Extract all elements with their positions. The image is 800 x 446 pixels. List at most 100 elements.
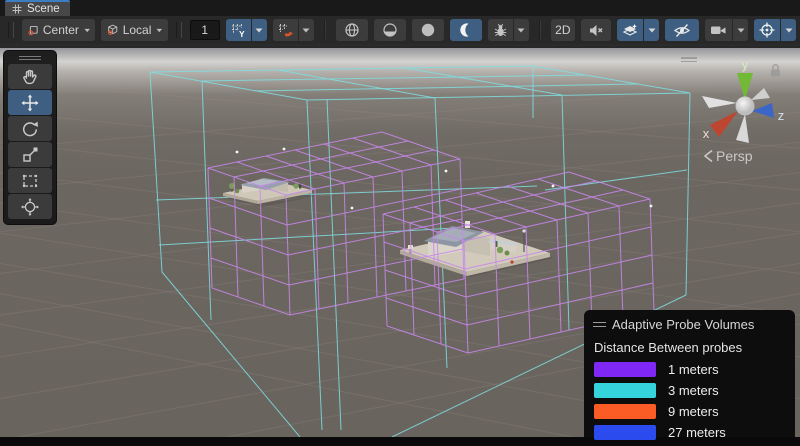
legend-swatch-1m (594, 362, 656, 377)
gizmo-x-label: x (703, 126, 710, 141)
move-tool-button[interactable] (8, 90, 52, 115)
orientation-label: Local (123, 23, 152, 37)
gizmo-y-axis-cone[interactable] (737, 73, 753, 100)
wireframe-sphere-icon (344, 22, 360, 38)
light-probe-vis-button[interactable] (450, 19, 482, 41)
projection-label: Persp (716, 148, 753, 164)
legend-label-1m: 1 meters (668, 362, 719, 377)
grid-size-field[interactable] (190, 20, 220, 40)
snap-options[interactable] (299, 19, 314, 41)
2d-mode-label: 2D (555, 23, 570, 37)
audio-muted-icon (588, 23, 604, 38)
grid-y-icon: Y (231, 23, 246, 38)
snap-group (273, 19, 314, 41)
audio-toggle[interactable] (581, 19, 611, 41)
camera-icon (710, 23, 727, 37)
gizmo-axis-neg-cone[interactable] (702, 96, 737, 108)
chevron-left-icon (703, 149, 713, 163)
grid-snapping-toggle[interactable] (273, 19, 298, 41)
gizmo-axis-neg-cone[interactable] (751, 88, 770, 100)
transform-tool-button[interactable] (8, 194, 52, 219)
legend-label-3m: 3 meters (668, 383, 719, 398)
gizmos-options[interactable] (781, 19, 796, 41)
scene-visibility-sphere-button[interactable] (412, 19, 444, 41)
grid-visibility-toggle[interactable]: Y (226, 19, 251, 41)
grid-tab-icon (12, 4, 22, 14)
unity-scene-view-window: Scene Center Local (0, 0, 800, 446)
chevron-down-icon (255, 28, 263, 33)
grid-visibility-group: Y (226, 19, 267, 41)
legend-swatch-27m (594, 425, 656, 440)
debug-options[interactable] (514, 19, 529, 41)
pivot-mode-label: Center (43, 23, 79, 37)
crescent-moon-icon (458, 22, 474, 38)
gizmo-axis-neg-cone[interactable] (736, 114, 749, 143)
cube-icon (107, 23, 118, 37)
legend-swatch-3m (594, 383, 656, 398)
toolbar-drag-handle[interactable] (8, 22, 14, 38)
effects-layers-icon (622, 23, 638, 38)
scale-tool-button[interactable] (8, 142, 52, 167)
scale-icon (21, 146, 39, 164)
tab-bar: Scene (0, 0, 800, 16)
effects-options[interactable] (644, 19, 659, 41)
chevron-down-icon (156, 28, 163, 33)
orientation-dropdown[interactable]: Local (101, 19, 168, 41)
hidden-objects-toggle[interactable] (665, 19, 699, 41)
camera-settings-button[interactable] (705, 19, 732, 41)
apv-title: Adaptive Probe Volumes (612, 317, 754, 332)
snap-magnet-icon (278, 23, 293, 38)
gizmo-z-axis-cone[interactable] (752, 103, 774, 118)
chevron-down-icon (648, 28, 656, 33)
pivot-mode-dropdown[interactable]: Center (22, 19, 96, 41)
chevron-down-icon (302, 28, 310, 33)
rect-icon (21, 172, 39, 190)
svg-text:Y: Y (239, 29, 245, 38)
chevron-down-icon (84, 28, 90, 33)
2d-mode-toggle[interactable]: 2D (551, 19, 575, 41)
tools-drag-handle[interactable] (8, 54, 52, 62)
rect-tool-button[interactable] (8, 168, 52, 193)
bug-icon (493, 23, 508, 38)
camera-group (705, 19, 748, 41)
legend-swatch-9m (594, 404, 656, 419)
apv-drag-handle[interactable] (593, 322, 606, 328)
hand-icon (21, 68, 39, 86)
lock-icon[interactable] (769, 63, 782, 78)
chevron-down-icon (517, 28, 525, 33)
grid-visibility-options[interactable] (252, 19, 267, 41)
toolbar-separator (324, 21, 326, 39)
debug-group (488, 19, 529, 41)
tab-scene[interactable]: Scene (5, 0, 70, 16)
effects-group (617, 19, 659, 41)
legend-label-9m: 9 meters (668, 404, 719, 419)
filled-circle-icon (420, 22, 436, 38)
effects-toggle[interactable] (617, 19, 643, 41)
projection-toggle[interactable]: Persp (703, 148, 753, 164)
transform-icon (21, 198, 39, 216)
apv-legend-row: 27 meters (594, 425, 785, 440)
apv-legend-row: 9 meters (594, 404, 785, 419)
debug-draw-mode-button[interactable] (488, 19, 513, 41)
scene-lighting-button[interactable] (374, 19, 406, 41)
shading-mode-button[interactable] (336, 19, 368, 41)
apv-legend-row: 1 meters (594, 362, 785, 377)
toolbar-separator (539, 21, 541, 39)
gizmos-toggle[interactable] (754, 19, 780, 41)
rotate-tool-button[interactable] (8, 116, 52, 141)
apv-panel: Adaptive Probe Volumes Distance Between … (584, 310, 795, 442)
gizmo-z-label: z (778, 108, 785, 123)
apv-legend-row: 3 meters (594, 383, 785, 398)
gizmos-group (754, 19, 796, 41)
gizmo-x-axis-cone[interactable] (710, 111, 738, 137)
move-icon (21, 94, 39, 112)
scene-toolbar: Center Local Y (0, 16, 800, 46)
view-tool-button[interactable] (8, 64, 52, 89)
tools-overlay (3, 50, 57, 225)
scene-viewport[interactable]: y x z Persp Adaptive Probe Volumes Dista… (0, 48, 800, 437)
toolbar-drag-handle[interactable] (176, 22, 182, 38)
chevron-down-icon (737, 28, 745, 33)
apv-subtitle: Distance Between probes (594, 340, 785, 355)
gizmo-center-ball[interactable] (736, 97, 755, 116)
camera-options[interactable] (733, 19, 748, 41)
